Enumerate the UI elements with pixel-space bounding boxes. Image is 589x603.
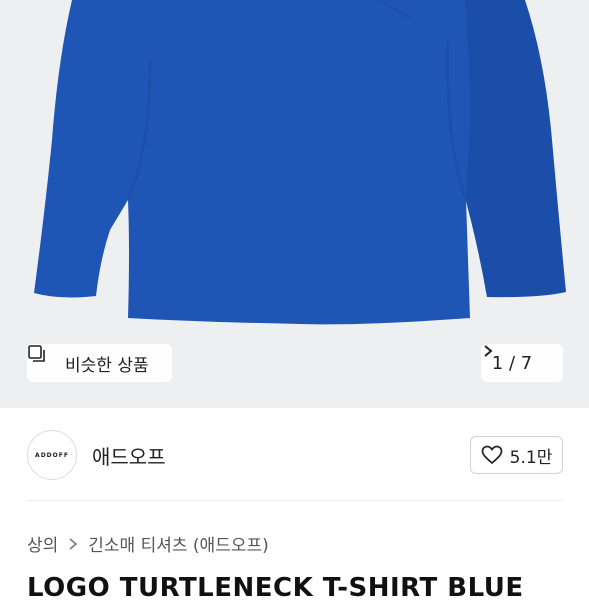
shop-avatar[interactable]: ADDOFF (27, 430, 77, 480)
like-shop-button[interactable]: 5.1만 (470, 436, 563, 474)
shop-info-row: ADDOFF 애드오프 5.1만 (0, 408, 589, 500)
like-count: 5.1만 (509, 447, 553, 468)
image-counter-text: 1 / 7 (491, 352, 533, 374)
breadcrumb-item-category[interactable]: 상의 (27, 531, 58, 556)
similar-products-button[interactable]: 비슷한 상품 (27, 344, 172, 382)
divider (27, 500, 563, 501)
image-counter-button[interactable]: 1 / 7 (481, 344, 563, 382)
similar-products-label: 비슷한 상품 (65, 355, 149, 376)
shop-name[interactable]: 애드오프 (92, 441, 166, 470)
similar-items-icon (28, 345, 58, 373)
chevron-right-icon (66, 537, 80, 551)
breadcrumb: 상의 긴소매 티셔츠 (애드오프) (27, 531, 269, 556)
product-title: LOGO TURTLENECK T-SHIRT BLUE (27, 573, 524, 603)
shop-logo-text: ADDOFF (35, 451, 69, 459)
chevron-right-icon (484, 345, 552, 370)
heart-icon (481, 445, 503, 465)
product-image-gallery[interactable]: 비슷한 상품 1 / 7 (0, 0, 589, 408)
breadcrumb-item-subcategory[interactable]: 긴소매 티셔츠 (애드오프) (88, 531, 268, 556)
